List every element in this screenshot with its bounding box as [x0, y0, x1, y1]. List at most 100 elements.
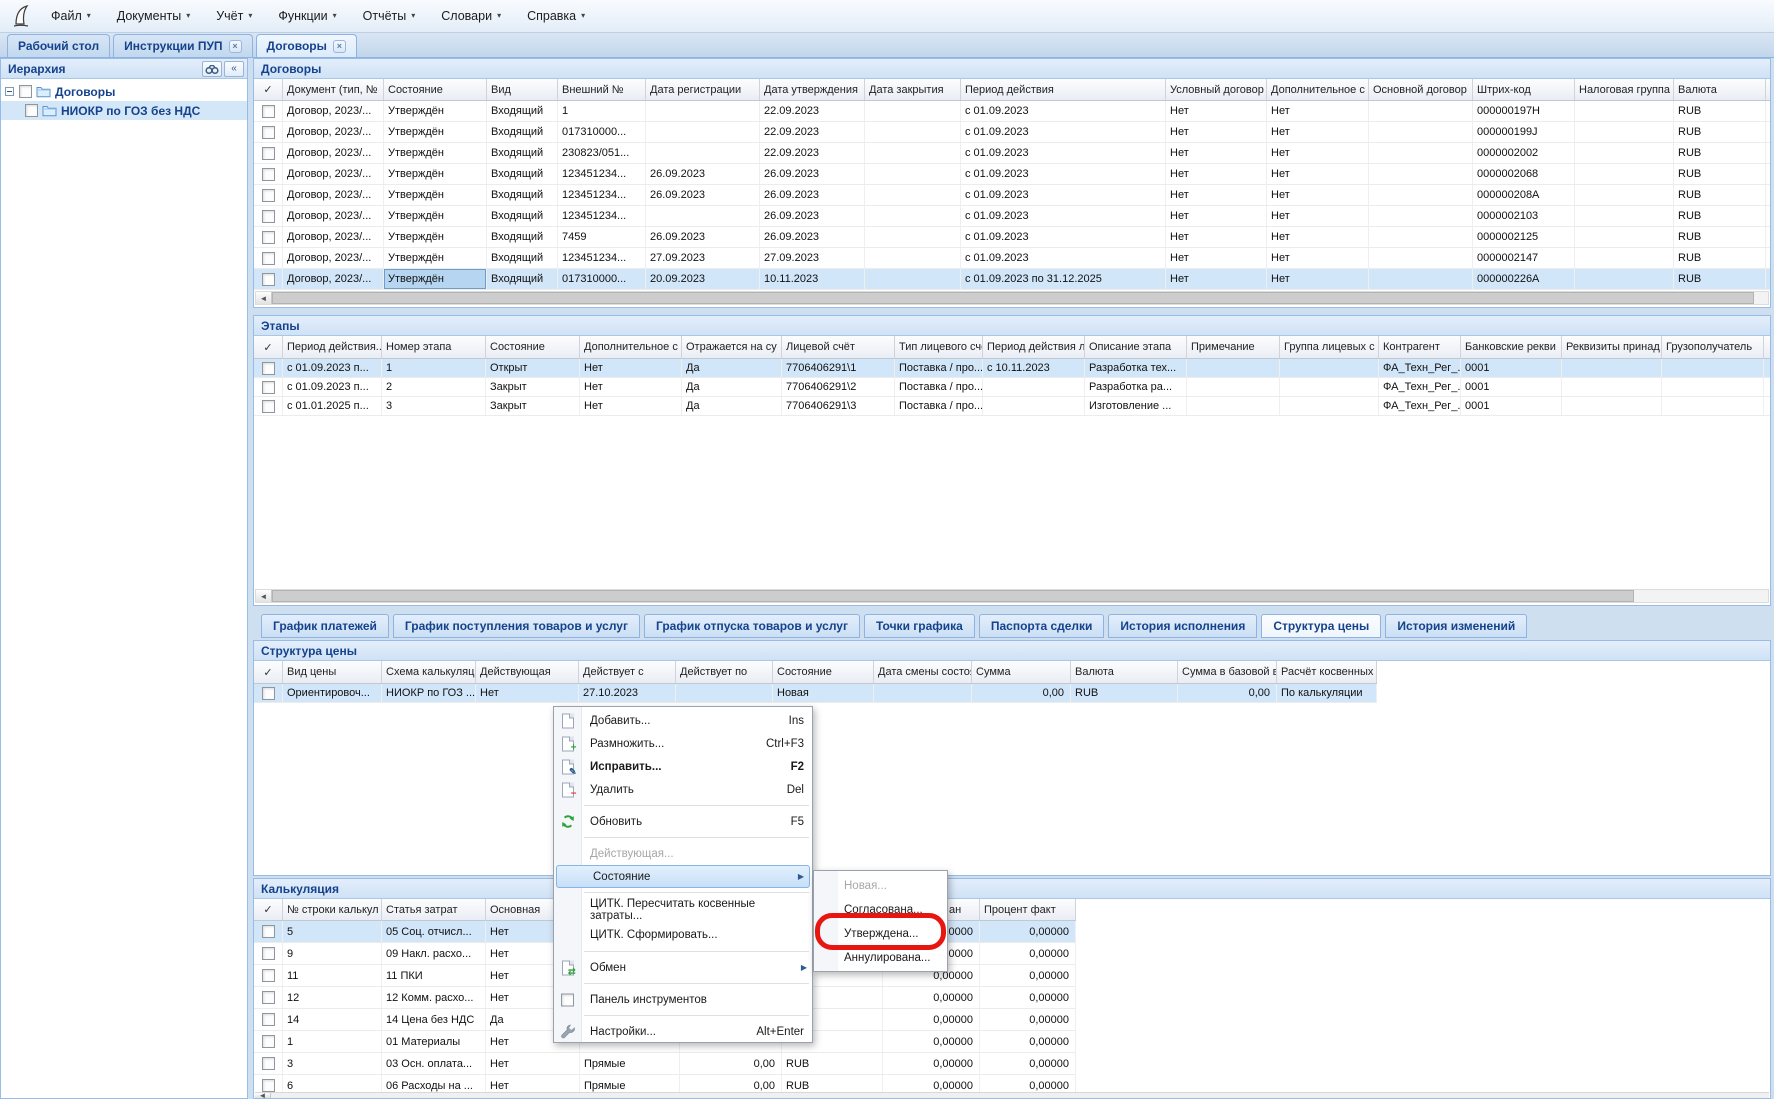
column-header[interactable]: Статья затрат [382, 899, 486, 920]
menubar-item-3[interactable]: Функции▾ [265, 0, 349, 32]
checkbox[interactable] [262, 126, 275, 139]
checkbox[interactable] [262, 1013, 275, 1026]
checkbox[interactable] [262, 400, 275, 413]
checkbox[interactable] [262, 252, 275, 265]
column-header[interactable]: Действует с [579, 661, 676, 683]
collapse-panel-button[interactable]: « [224, 61, 244, 77]
submenu-item-1[interactable]: Согласована... [814, 898, 947, 922]
column-header[interactable]: Условный договор [1166, 79, 1267, 100]
submenu-item-0[interactable]: Новая... [814, 874, 947, 898]
column-header[interactable]: Состояние [384, 79, 487, 100]
context-menu-item-7[interactable]: Действующая... [554, 842, 812, 865]
column-header[interactable]: Отражается на су [682, 336, 782, 358]
column-header-check[interactable]: ✓ [254, 79, 283, 100]
close-icon[interactable]: × [333, 40, 346, 53]
context-menu-item-15[interactable]: Панель инструментов [554, 988, 812, 1011]
detail-tab-5[interactable]: История исполнения [1108, 614, 1257, 638]
checkbox[interactable] [262, 189, 275, 202]
calculation-h-scrollbar[interactable]: ◄ [255, 1092, 1769, 1098]
column-header[interactable]: Период действия [961, 79, 1166, 100]
detail-tab-6[interactable]: Структура цены [1261, 614, 1381, 638]
scroll-left-icon[interactable]: ◄ [256, 590, 272, 602]
context-menu-item-1[interactable]: +Размножить...Ctrl+F3 [554, 732, 812, 755]
column-header[interactable]: Действующая [476, 661, 579, 683]
tab-0[interactable]: Рабочий стол [7, 34, 110, 57]
detail-tab-0[interactable]: График платежей [261, 614, 389, 638]
checkbox[interactable] [262, 362, 275, 375]
column-header[interactable]: Группа лицевых с [1280, 336, 1379, 358]
context-menu-item-2[interactable]: ✎Исправить...F2 [554, 755, 812, 778]
checkbox[interactable] [262, 273, 275, 286]
tree-node-0[interactable]: Договоры [1, 82, 247, 101]
menubar-item-0[interactable]: Файл▾ [38, 0, 104, 32]
checkbox[interactable] [262, 168, 275, 181]
checkbox[interactable] [25, 104, 38, 117]
column-header[interactable]: Валюта [1071, 661, 1178, 683]
close-icon[interactable]: × [229, 40, 242, 53]
tab-2[interactable]: Договоры× [256, 34, 357, 57]
menubar-item-2[interactable]: Учёт▾ [203, 0, 265, 32]
column-header[interactable]: Период действия л [983, 336, 1085, 358]
checkbox[interactable] [19, 85, 32, 98]
column-header[interactable]: Тип лицевого счёт [895, 336, 983, 358]
column-header[interactable]: Контрагент [1379, 336, 1461, 358]
detail-tab-1[interactable]: График поступления товаров и услуг [393, 614, 640, 638]
checkbox[interactable] [262, 210, 275, 223]
column-header[interactable]: Процент факт [980, 899, 1076, 920]
table-row[interactable]: с 01.09.2023 п...1ОткрытНетДа7706406291\… [254, 359, 1770, 378]
collapse-expander-icon[interactable] [5, 87, 14, 96]
tree-node-1[interactable]: НИОКР по ГОЗ без НДС [1, 101, 247, 120]
table-row[interactable]: Ориентировоч...НИОКР по ГОЗ ...Нет27.10.… [254, 684, 1377, 703]
column-header[interactable]: Дата регистрации [646, 79, 760, 100]
column-header[interactable]: Реквизиты принад [1562, 336, 1662, 358]
context-menu-item-13[interactable]: ⇄Обмен▶ [554, 956, 812, 979]
column-header[interactable]: Документ (тип, № [283, 79, 384, 100]
checkbox[interactable] [262, 947, 275, 960]
menubar-item-1[interactable]: Документы▾ [104, 0, 203, 32]
column-header[interactable]: Состояние [773, 661, 874, 683]
search-button[interactable] [202, 61, 222, 77]
column-header[interactable]: № строки калькул [283, 899, 382, 920]
table-row[interactable]: Договор, 2023/...УтверждёнВходящий230823… [254, 143, 1770, 164]
table-row[interactable]: Договор, 2023/...УтверждёнВходящий745926… [254, 227, 1770, 248]
column-header[interactable]: Банковские рекви [1461, 336, 1562, 358]
table-row[interactable]: Договор, 2023/...УтверждёнВходящий123451… [254, 248, 1770, 269]
table-row[interactable]: Договор, 2023/...УтверждёнВходящий123451… [254, 206, 1770, 227]
checkbox[interactable] [262, 1035, 275, 1048]
column-header-check[interactable]: ✓ [254, 661, 283, 683]
table-row[interactable]: 303 Осн. оплата...НетПрямые0,00RUB0,0000… [254, 1053, 1076, 1075]
checkbox[interactable] [262, 687, 275, 700]
column-header[interactable]: Дата смены состоя [874, 661, 972, 683]
detail-tab-4[interactable]: Паспорта сделки [979, 614, 1105, 638]
column-header[interactable]: Схема калькуляци [382, 661, 476, 683]
column-header[interactable]: Период действия.. [283, 336, 382, 358]
submenu-item-3[interactable]: Аннулирована... [814, 946, 947, 970]
column-header[interactable]: Дата утверждения [760, 79, 865, 100]
column-header-check[interactable]: ✓ [254, 336, 283, 358]
column-header[interactable]: Описание этапа [1085, 336, 1187, 358]
column-header[interactable]: Действует по [676, 661, 773, 683]
table-row[interactable]: Договор, 2023/...УтверждёнВходящий123451… [254, 185, 1770, 206]
table-row[interactable]: с 01.01.2025 п...3ЗакрытНетДа7706406291\… [254, 397, 1770, 416]
column-header[interactable]: Номер этапа [382, 336, 486, 358]
detail-tab-7[interactable]: История изменений [1385, 614, 1527, 638]
column-header[interactable]: Валюта [1674, 79, 1766, 100]
column-header[interactable]: Лицевой счёт [782, 336, 895, 358]
checkbox[interactable] [262, 969, 275, 982]
column-header-check[interactable]: ✓ [254, 899, 283, 920]
stages-h-scrollbar[interactable]: ◄ [255, 589, 1769, 603]
column-header[interactable]: Штрих-код [1473, 79, 1575, 100]
menubar-item-4[interactable]: Отчёты▾ [350, 0, 429, 32]
column-header[interactable]: Внешний № [558, 79, 646, 100]
detail-tab-3[interactable]: Точки графика [864, 614, 975, 638]
column-header[interactable]: Дополнительное с [1267, 79, 1369, 100]
scrollbar-thumb[interactable] [272, 292, 1754, 304]
column-header[interactable]: Состояние [486, 336, 580, 358]
context-menu-item-0[interactable]: Добавить...Ins [554, 709, 812, 732]
column-header[interactable]: Дополнительное с [580, 336, 682, 358]
menubar-item-6[interactable]: Справка▾ [514, 0, 598, 32]
column-header[interactable]: Вид цены [283, 661, 382, 683]
detail-tab-2[interactable]: График отпуска товаров и услуг [644, 614, 860, 638]
table-row[interactable]: Договор, 2023/...УтверждёнВходящий017310… [254, 122, 1770, 143]
tab-1[interactable]: Инструкции ПУП× [113, 34, 252, 57]
